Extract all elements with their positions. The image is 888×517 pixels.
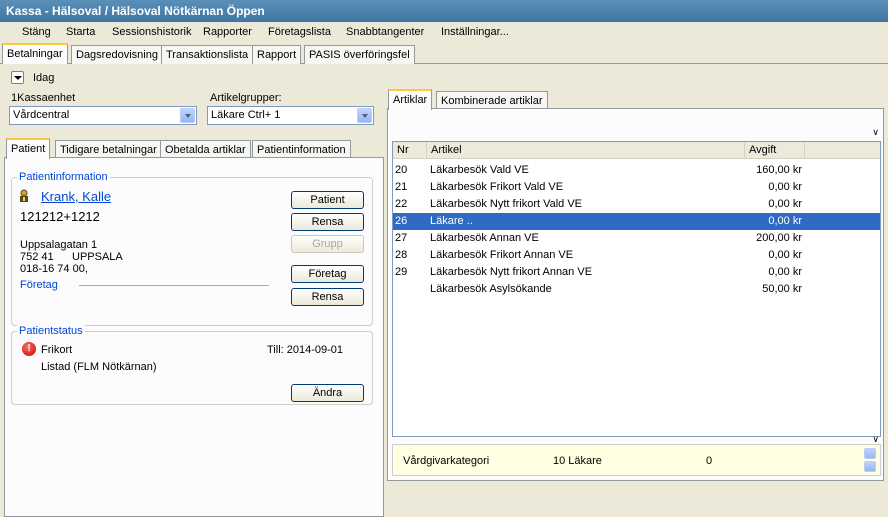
patient-city: UPPSALA	[72, 251, 123, 263]
patient-postcode: 752 41	[20, 251, 54, 263]
footer-label: Vårdgivarkategori	[403, 455, 490, 467]
grupp-button[interactable]: Grupp	[291, 235, 364, 253]
col-nr[interactable]: Nr	[393, 142, 427, 159]
patient-panel: Patientinformation Krank, Kalle 121212+1…	[4, 157, 384, 517]
cell-name: Läkarbesök Nytt frikort Annan VE	[430, 266, 593, 278]
chevron-down-icon	[14, 76, 22, 80]
patient-name-link[interactable]: Krank, Kalle	[41, 189, 111, 204]
tab-artiklar[interactable]: Artiklar	[388, 89, 433, 110]
table-row[interactable]: 22 Läkarbesök Nytt frikort Vald VE 0,00 kr	[393, 196, 880, 213]
cell-nr: 26	[395, 215, 408, 227]
cell-fee: 0,00 kr	[768, 215, 802, 227]
menu-installningar[interactable]: Inställningar...	[441, 26, 509, 38]
cell-nr: 21	[395, 181, 408, 193]
patientinfo-group: Patientinformation Krank, Kalle 121212+1…	[11, 171, 373, 326]
vardgivarkategori-bar: Vårdgivarkategori 10 Läkare 0	[392, 444, 881, 476]
tab-transaktionslista[interactable]: Transaktionslista	[161, 45, 254, 64]
footer-count: 0	[706, 455, 713, 467]
patient-pnr: 121212+1212	[20, 209, 100, 224]
artikelgrupper-value: Läkare Ctrl+ 1	[211, 109, 281, 121]
table-row[interactable]: 28 Läkarbesök Frikort Annan VE 0,00 kr	[393, 247, 880, 264]
patient-address: Uppsalagatan 1	[20, 239, 98, 251]
menu-stang[interactable]: Stäng	[22, 26, 51, 38]
rensa-foretag-button[interactable]: Rensa	[291, 288, 364, 306]
table-row[interactable]: 20 Läkarbesök Vald VE 160,00 kr	[393, 162, 880, 179]
cell-fee: 0,00 kr	[768, 249, 802, 261]
cell-nr: 28	[395, 249, 408, 261]
cell-name: Läkarbesök Vald VE	[430, 164, 529, 176]
cell-name: Läkarbesök Frikort Vald VE	[430, 181, 564, 193]
scroll-up-icon[interactable]	[864, 448, 876, 459]
patient-phone: 018-16 74 00,	[20, 263, 88, 275]
menu-snabbtangenter[interactable]: Snabbtangenter	[346, 26, 424, 38]
tab-patient[interactable]: Patient	[6, 138, 51, 159]
articles-list[interactable]: Nr Artikel Avgift 20 Läkarbesök Vald VE 16…	[392, 141, 881, 437]
main-tabbar: Betalningar Dagsredovisning Transaktions…	[0, 43, 888, 64]
company-divider	[79, 285, 269, 286]
cell-name: Läkare ..	[430, 215, 473, 227]
table-row[interactable]: 27 Läkarbesök Annan VE 200,00 kr	[393, 230, 880, 247]
cell-name: Läkarbesök Annan VE	[430, 232, 539, 244]
cell-nr: 29	[395, 266, 408, 278]
patient-button[interactable]: Patient	[291, 191, 364, 209]
cell-nr: 22	[395, 198, 408, 210]
col-avgift[interactable]: Avgift	[745, 142, 805, 159]
tab-pasis[interactable]: PASIS överföringsfel	[304, 45, 415, 64]
status-frikort: Frikort	[41, 344, 73, 356]
dropdown-arrow-icon[interactable]	[180, 108, 195, 123]
date-label: Idag	[33, 72, 55, 84]
status-until: Till: 2014-09-01	[267, 344, 344, 356]
cell-name: Läkarbesök Asylsökande	[430, 283, 552, 295]
company-label: Företag	[20, 279, 58, 291]
cell-fee: 0,00 kr	[768, 266, 802, 278]
articles-header: Nr Artikel Avgift	[393, 142, 880, 159]
menu-starta[interactable]: Starta	[66, 26, 95, 38]
cell-nr: 20	[395, 164, 408, 176]
patientstatus-title: Patientstatus	[17, 325, 85, 337]
footer-value: 10 Läkare	[553, 455, 602, 467]
table-row[interactable]: 26 Läkare .. 0,00 kr	[393, 213, 880, 230]
artikelgrupper-select[interactable]: Läkare Ctrl+ 1	[207, 106, 374, 125]
table-row[interactable]: 29 Läkarbesök Nytt frikort Annan VE 0,00 k…	[393, 264, 880, 281]
expand-icon[interactable]: ∨	[872, 127, 879, 138]
status-listed: Listad (FLM Nötkärnan)	[41, 361, 157, 373]
tab-rapport[interactable]: Rapport	[252, 45, 302, 64]
cell-name: Läkarbesök Nytt frikort Vald VE	[430, 198, 583, 210]
kassaenhet-select[interactable]: Vårdcentral	[9, 106, 197, 125]
table-row[interactable]: 21 Läkarbesök Frikort Vald VE 0,00 kr	[393, 179, 880, 196]
cell-fee: 0,00 kr	[768, 198, 802, 210]
menubar: Stäng Starta Sessionshistorik Rapporter …	[0, 22, 888, 43]
person-icon	[18, 189, 30, 203]
menu-foretagslista[interactable]: Företagslista	[268, 26, 331, 38]
warning-icon: !	[22, 342, 36, 356]
rensa-patient-button[interactable]: Rensa	[291, 213, 364, 231]
dropdown-arrow-icon[interactable]	[357, 108, 372, 123]
cell-fee: 50,00 kr	[762, 283, 802, 295]
window-title: Kassa - Hälsoval / Hälsoval Nötkärnan Öp…	[0, 0, 888, 22]
kassaenhet-value: Vårdcentral	[13, 109, 70, 121]
tab-dagsredovisning[interactable]: Dagsredovisning	[71, 45, 163, 64]
articles-panel: ∨ Nr Artikel Avgift 20 Läkarbesök Vald VE…	[387, 108, 884, 481]
scroll-down-icon[interactable]	[864, 461, 876, 472]
cell-fee: 200,00 kr	[756, 232, 802, 244]
collapse-toggle[interactable]	[11, 71, 24, 84]
artikelgrupper-label: Artikelgrupper:	[210, 92, 282, 104]
menu-sessionshistorik[interactable]: Sessionshistorik	[112, 26, 191, 38]
kassaenhet-label: 1Kassaenhet	[11, 92, 76, 104]
patientstatus-group: Patientstatus ! Frikort Till: 2014-09-01…	[11, 325, 373, 405]
patientinfo-title: Patientinformation	[17, 171, 110, 183]
tab-betalningar[interactable]: Betalningar	[2, 43, 68, 64]
cell-fee: 160,00 kr	[756, 164, 802, 176]
table-row[interactable]: Läkarbesök Asylsökande 50,00 kr	[393, 281, 880, 298]
col-artikel[interactable]: Artikel	[427, 142, 745, 159]
cell-fee: 0,00 kr	[768, 181, 802, 193]
menu-rapporter[interactable]: Rapporter	[203, 26, 252, 38]
andra-button[interactable]: Ändra	[291, 384, 364, 402]
cell-nr: 27	[395, 232, 408, 244]
cell-name: Läkarbesök Frikort Annan VE	[430, 249, 574, 261]
foretag-button[interactable]: Företag	[291, 265, 364, 283]
